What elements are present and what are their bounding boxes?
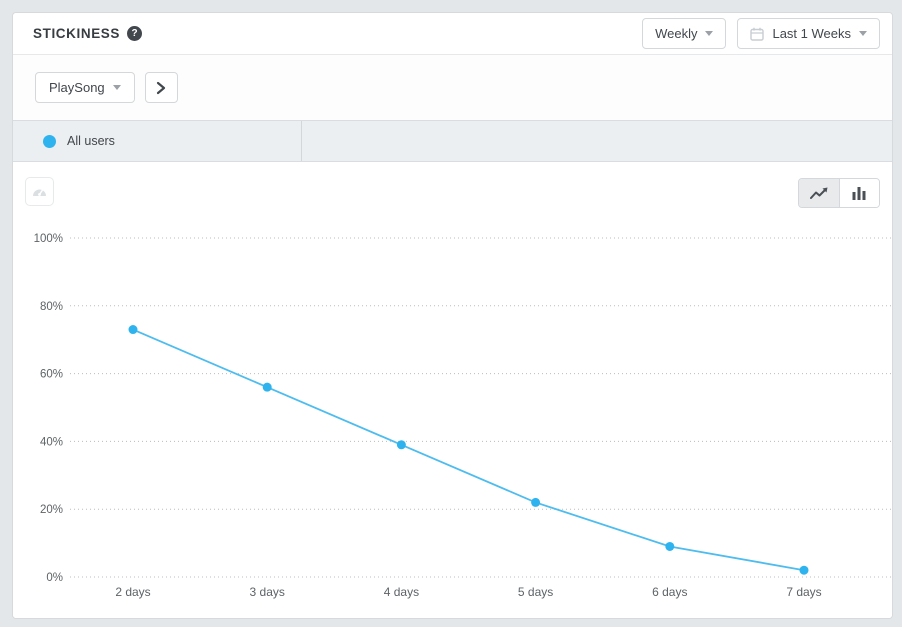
chevron-down-icon bbox=[113, 85, 121, 90]
date-range-dropdown[interactable]: Last 1 Weeks bbox=[737, 18, 880, 49]
y-tick-label: 20% bbox=[40, 504, 63, 516]
legend-label: All users bbox=[67, 134, 115, 148]
series-color-dot-icon bbox=[43, 135, 56, 148]
data-point[interactable] bbox=[263, 383, 272, 392]
next-step-button[interactable] bbox=[145, 72, 178, 103]
granularity-dropdown-label: Weekly bbox=[655, 26, 697, 41]
x-tick-label: 7 days bbox=[786, 585, 821, 599]
page-title: STICKINESS bbox=[33, 26, 120, 41]
widget-header: STICKINESS ? Weekly Last 1 Weeks bbox=[13, 13, 892, 55]
data-point[interactable] bbox=[800, 566, 809, 575]
chevron-down-icon bbox=[705, 31, 713, 36]
x-tick-label: 4 days bbox=[384, 585, 419, 599]
legend-row-empty-cell bbox=[302, 121, 892, 161]
chevron-down-icon bbox=[859, 31, 867, 36]
y-tick-label: 100% bbox=[34, 233, 63, 245]
x-tick-label: 2 days bbox=[115, 585, 150, 599]
data-point[interactable] bbox=[665, 542, 674, 551]
x-tick-label: 5 days bbox=[518, 585, 553, 599]
x-tick-label: 3 days bbox=[250, 585, 285, 599]
data-point[interactable] bbox=[531, 498, 540, 507]
legend-item-all-users[interactable]: All users bbox=[13, 121, 302, 161]
event-dropdown-label: PlaySong bbox=[49, 80, 105, 95]
chevron-right-icon bbox=[156, 81, 166, 95]
help-icon[interactable]: ? bbox=[127, 26, 142, 41]
x-tick-label: 6 days bbox=[652, 585, 687, 599]
date-range-dropdown-label: Last 1 Weeks bbox=[772, 26, 851, 41]
y-tick-label: 80% bbox=[40, 301, 63, 313]
chart-section: 0% 20% 40% 60% 80% 100% 2 days 3 days 4 days 5 da… bbox=[13, 162, 892, 618]
y-tick-label: 0% bbox=[46, 572, 63, 584]
event-controls-row: PlaySong bbox=[13, 55, 892, 120]
stickiness-line-chart: 0% 20% 40% 60% 80% 100% 2 days 3 days 4 days 5 da… bbox=[13, 162, 892, 619]
data-point[interactable] bbox=[397, 440, 406, 449]
y-tick-label: 60% bbox=[40, 369, 63, 381]
event-dropdown[interactable]: PlaySong bbox=[35, 72, 135, 103]
series-line bbox=[133, 330, 804, 571]
granularity-dropdown[interactable]: Weekly bbox=[642, 18, 726, 49]
y-tick-label: 40% bbox=[40, 436, 63, 448]
calendar-icon bbox=[750, 27, 764, 41]
legend-row: All users bbox=[13, 120, 892, 162]
stickiness-widget: STICKINESS ? Weekly Last 1 Weeks PlaySon… bbox=[12, 12, 893, 619]
data-point[interactable] bbox=[129, 325, 138, 334]
